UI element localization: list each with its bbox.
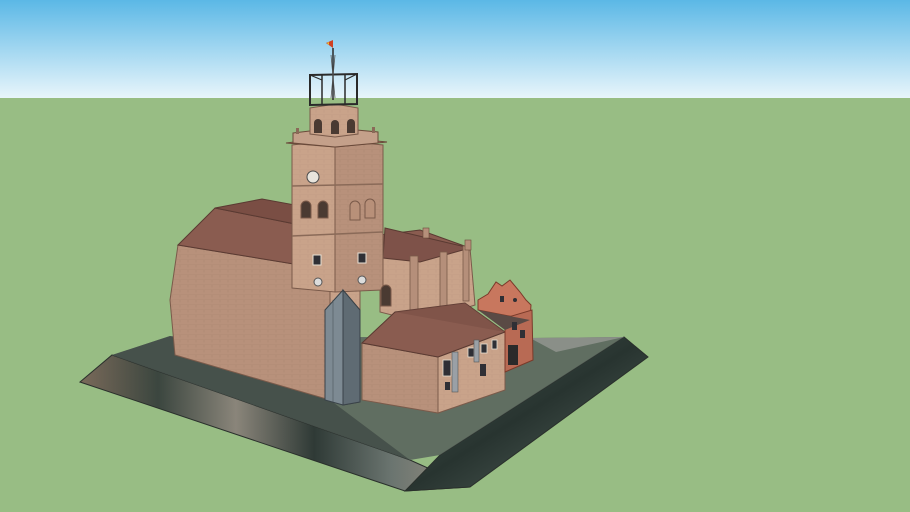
clock-icon [306,170,320,184]
bell-tower [285,136,392,307]
buttress [324,288,361,406]
viewport[interactable] [0,0,910,512]
model-canvas [0,0,910,512]
sky [0,0,910,98]
